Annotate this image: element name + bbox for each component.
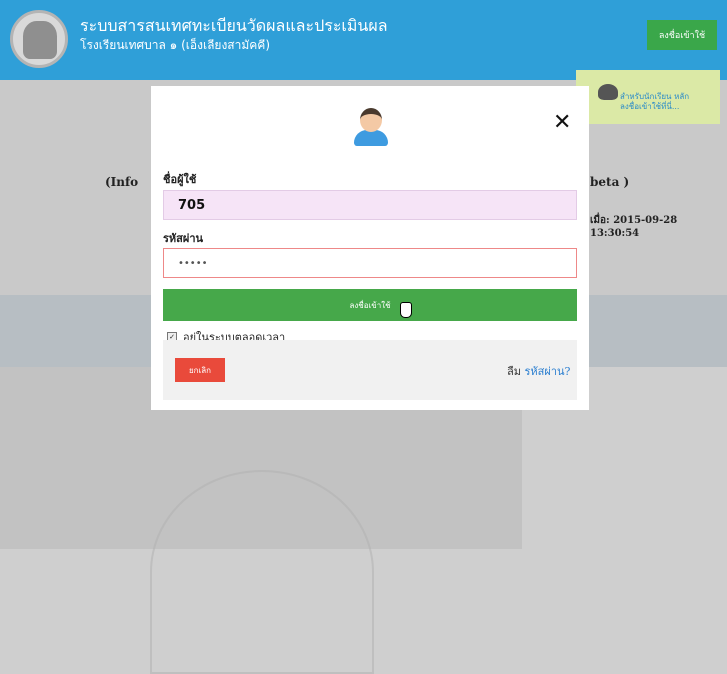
username-label: ชื่อผู้ใช้ xyxy=(163,173,197,186)
modal-footer: ยกเลิก ลืม รหัสผ่าน? xyxy=(163,340,577,400)
username-field[interactable]: 705 xyxy=(163,190,577,220)
user-avatar-icon xyxy=(354,108,388,146)
password-field[interactable]: ••••• xyxy=(163,248,577,278)
header-login-button[interactable]: ลงชื่อเข้าใช้ xyxy=(647,20,717,50)
student-box-line2: ลงชื่อเข้าใช้ที่นี่... xyxy=(620,102,680,111)
username-value: 705 xyxy=(178,197,206,213)
users-icon xyxy=(598,84,618,100)
password-label: รหัสผ่าน xyxy=(163,232,204,245)
student-box-line1: สำหรับนักเรียน หลัก xyxy=(620,92,690,101)
school-logo-icon xyxy=(10,10,68,68)
forgot-prefix: ลืม xyxy=(507,365,521,378)
background-info-left: (Info xyxy=(105,175,139,189)
close-icon[interactable]: ✕ xyxy=(553,110,571,135)
watermark xyxy=(150,470,374,674)
background-info-right: beta ) xyxy=(590,175,630,189)
forgot-password-link[interactable]: รหัสผ่าน? xyxy=(525,365,571,378)
student-login-box[interactable]: สำหรับนักเรียน หลัก ลงชื่อเข้าใช้ที่นี่.… xyxy=(576,70,720,124)
login-button[interactable]: ลงชื่อเข้าใช้ xyxy=(163,289,577,321)
hand-cursor-icon xyxy=(400,302,412,318)
cancel-button[interactable]: ยกเลิก xyxy=(175,358,225,382)
site-subtitle: โรงเรียนเทศบาล ๑ (เอ็งเลียงสามัคคี) xyxy=(80,38,271,52)
forgot-password: ลืม รหัสผ่าน? xyxy=(507,362,570,380)
site-header: ระบบสารสนเทศทะเบียนวัดผลและประเมินผล โรง… xyxy=(0,0,727,80)
background-date: เมื่อ: 2015-09-28 13:30:54 xyxy=(590,215,678,239)
password-value: ••••• xyxy=(178,257,208,269)
login-modal: ✕ ชื่อผู้ใช้ 705 รหัสผ่าน ••••• ลงชื่อเข… xyxy=(151,86,589,410)
